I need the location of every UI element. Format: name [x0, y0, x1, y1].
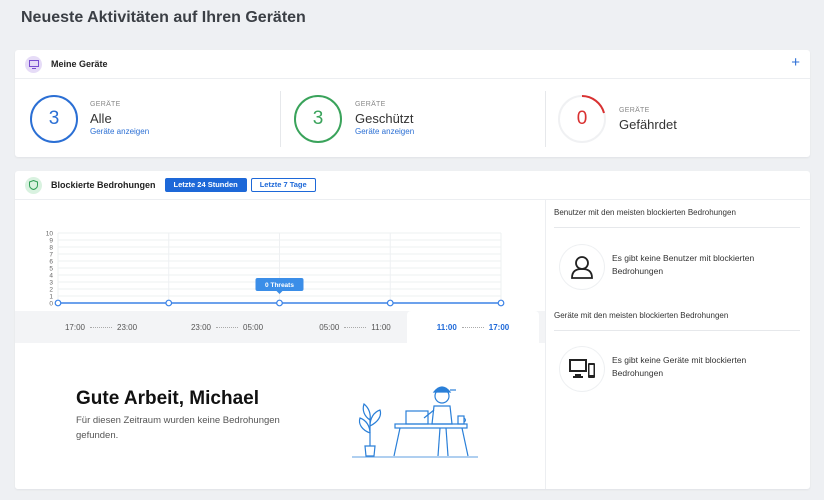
no-threats-panel: Gute Arbeit, Michael Für diesen Zeitraum… — [15, 343, 545, 489]
time-range-3-from: 05:00 — [319, 322, 340, 332]
threats-card-title: Blockierte Bedrohungen — [51, 180, 156, 190]
shield-icon — [25, 176, 42, 194]
devices-card: Meine Geräte + 3 GERÄTE Alle Geräte anze… — [15, 50, 810, 157]
good-job-text: Für diesen Zeitraum wurden keine Bedrohu… — [76, 415, 280, 441]
y-tick-label: 0 — [49, 301, 53, 308]
user-icon — [560, 245, 604, 289]
time-range-2-from: 23:00 — [190, 322, 211, 332]
y-tick-label: 5 — [49, 266, 53, 273]
time-range-2-to: 05:00 — [243, 322, 264, 332]
top-devices-heading: Geräte mit den meisten blockierten Bedro… — [554, 311, 729, 320]
time-range-4-to: 17:00 — [488, 322, 510, 332]
y-tick-label: 2 — [49, 287, 53, 294]
y-tick-label: 9 — [49, 238, 53, 245]
time-range-1-from: 17:00 — [64, 322, 85, 332]
divider — [554, 227, 800, 228]
time-range-3[interactable]: 05:00 11:00 — [295, 311, 415, 343]
view-protected-devices-link[interactable]: Geräte anzeigen — [355, 127, 414, 136]
person-at-desk-illustration — [352, 386, 478, 458]
tab-last-24-hours[interactable]: Letzte 24 Stunden — [164, 178, 247, 192]
stat-all-value: Alle — [90, 111, 112, 126]
time-range-1-to: 23:00 — [117, 322, 138, 332]
y-tick-label: 6 — [49, 259, 53, 266]
stat-at-risk: 0 GERÄTE Gefährdet — [545, 83, 810, 155]
y-tick-label: 1 — [49, 294, 53, 301]
threats-card-header: Blockierte Bedrohungen Letzte 24 Stunden… — [15, 171, 810, 200]
time-range-4-from: 11:00 — [436, 322, 457, 332]
device-stats: 3 GERÄTE Alle Geräte anzeigen 3 GERÄTE G… — [15, 83, 810, 155]
time-range-2[interactable]: 23:00 05:00 — [167, 311, 287, 343]
y-tick-label: 3 — [49, 280, 53, 287]
time-range-strip: 17:00 23:00 23:00 05:00 05:00 11:00 11:00 17… — [15, 311, 545, 343]
devices-card-title: Meine Geräte — [51, 59, 108, 69]
stat-at-risk-count: 0 — [576, 108, 588, 129]
y-tick-label: 4 — [49, 273, 53, 280]
view-all-devices-link[interactable]: Geräte anzeigen — [90, 127, 149, 136]
data-point — [497, 299, 505, 307]
y-tick-label: 7 — [49, 252, 53, 259]
data-point — [54, 299, 62, 307]
time-range-1[interactable]: 17:00 23:00 — [41, 311, 161, 343]
stat-all: 3 GERÄTE Alle Geräte anzeigen — [15, 83, 280, 155]
stat-protected: 3 GERÄTE Geschützt Geräte anzeigen — [280, 83, 545, 155]
no-users-message: Es gibt keine Benutzer mit blockierten B… — [612, 253, 755, 276]
data-point — [276, 299, 283, 307]
threats-card: Blockierte Bedrohungen Letzte 24 Stunden… — [15, 171, 810, 489]
top-users-heading: Benutzer mit den meisten blockierten Bed… — [554, 208, 736, 217]
divider — [554, 330, 800, 331]
tab-last-7-days[interactable]: Letzte 7 Tage — [250, 178, 316, 192]
monitor-icon — [25, 55, 42, 73]
time-range-4-selected[interactable]: 11:00 17:00 — [407, 311, 539, 343]
no-devices-message: Es gibt keine Geräte mit blockierten Bed… — [612, 355, 747, 378]
page-title: Neueste Aktivitäten auf Ihren Geräten — [21, 9, 306, 26]
tooltip-pointer — [276, 291, 283, 294]
devices-card-header: Meine Geräte + — [15, 50, 810, 79]
add-device-button[interactable]: + — [791, 54, 800, 72]
stat-at-risk-label: GERÄTE — [619, 107, 650, 114]
data-point — [165, 299, 173, 307]
data-point — [386, 299, 394, 307]
stat-protected-count: 3 — [294, 95, 342, 143]
good-job-title: Gute Arbeit, Michael — [76, 388, 259, 409]
time-range-3-to: 11:00 — [371, 322, 391, 332]
tooltip-text: 0 Threats — [265, 282, 294, 289]
stat-at-risk-value: Gefährdet — [619, 117, 677, 132]
stat-protected-value: Geschützt — [355, 111, 414, 126]
y-tick-label: 8 — [49, 245, 53, 252]
y-tick-label: 10 — [46, 231, 54, 238]
desktop-icon — [560, 347, 604, 391]
stat-all-count: 3 — [30, 95, 78, 143]
stat-protected-label: GERÄTE — [355, 101, 386, 108]
top-lists-panel: Benutzer mit den meisten blockierten Bed… — [545, 200, 810, 489]
stat-all-label: GERÄTE — [90, 101, 121, 108]
